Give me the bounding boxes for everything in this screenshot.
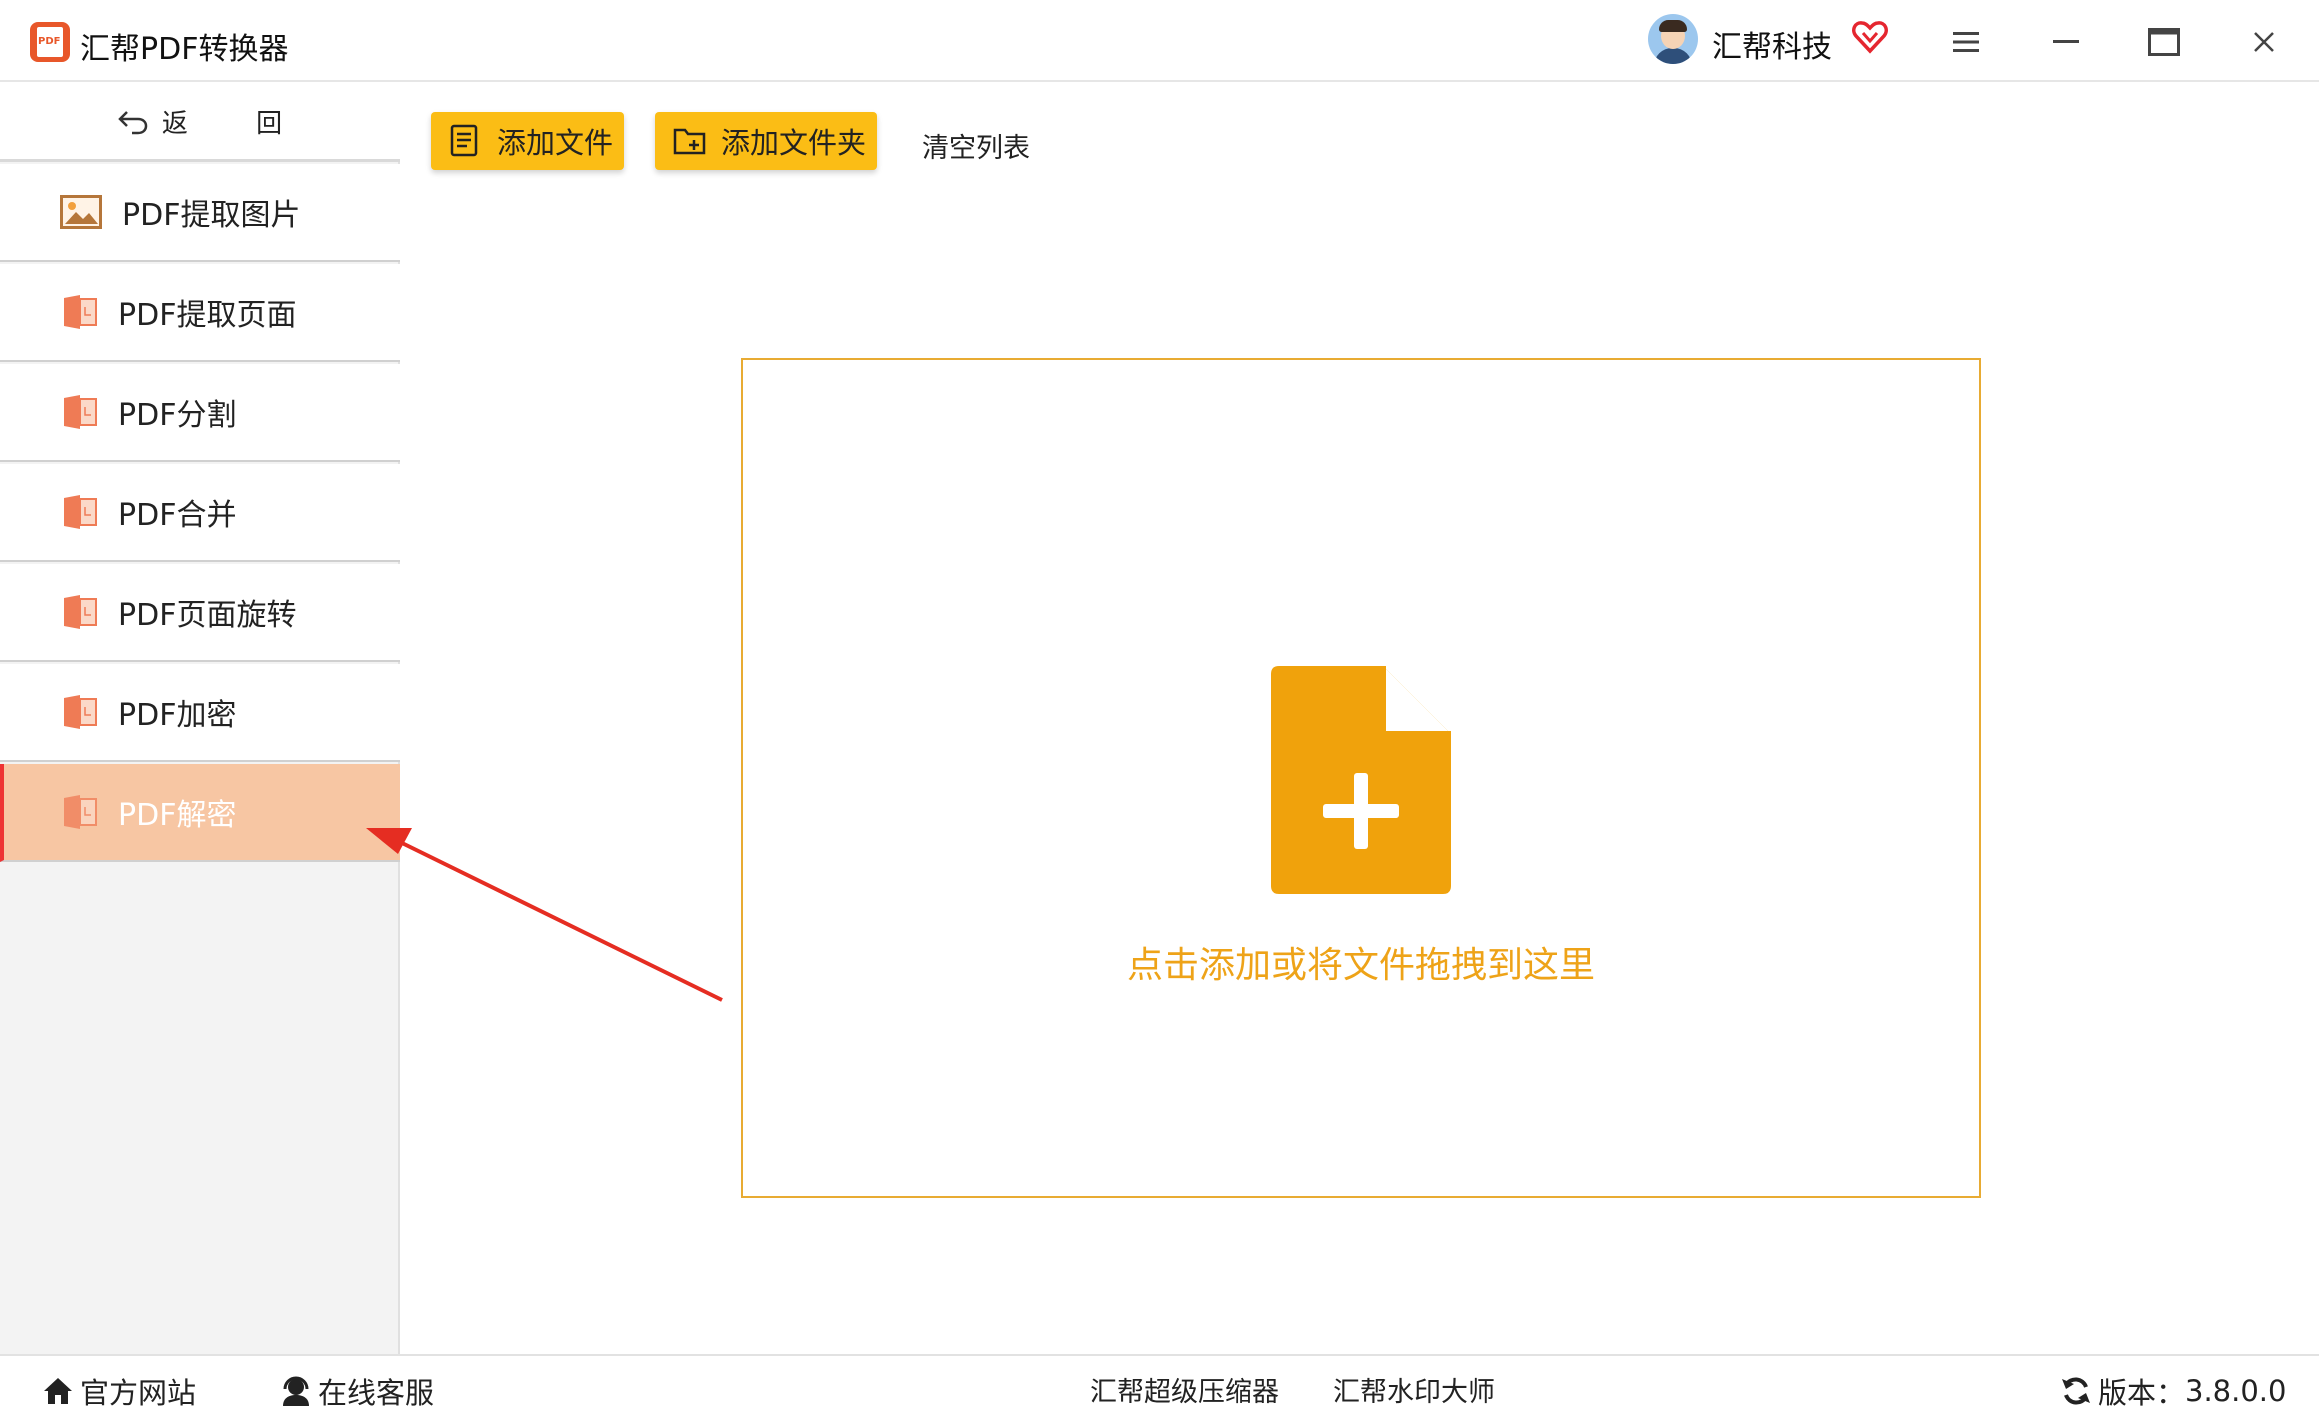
user-name[interactable]: 汇帮科技 — [1712, 22, 1832, 66]
pdf-file-icon — [64, 295, 97, 329]
version-value: 3.8.0.0 — [2185, 1374, 2287, 1408]
add-file-button[interactable]: 添加文件 — [431, 112, 624, 170]
back-arrow-icon — [118, 110, 148, 134]
sidebar-item-merge[interactable]: PDF合并 — [0, 464, 400, 562]
sidebar-item-label: PDF提取图片 — [122, 198, 301, 233]
watermark-link[interactable]: 汇帮水印大师 — [1333, 1370, 1495, 1409]
version-info[interactable]: 版本： 3.8.0.0 — [2060, 1370, 2286, 1412]
pdf-file-icon — [64, 695, 97, 729]
sidebar-item-label: PDF页面旋转 — [118, 598, 297, 633]
title-bar: PDF 汇帮PDF转换器 汇帮科技 — [0, 0, 2319, 82]
status-bar: 官方网站 在线客服 汇帮超级压缩器 汇帮水印大师 版本： 3.8.0.0 — [0, 1354, 2319, 1419]
version-label: 版本： — [2098, 1376, 2186, 1410]
sidebar-item-split[interactable]: PDF分割 — [0, 364, 400, 462]
clear-list-button[interactable]: 清空列表 — [922, 126, 1030, 165]
menu-icon[interactable] — [1944, 20, 1988, 64]
refresh-icon — [2062, 1377, 2090, 1405]
maximize-icon[interactable] — [2142, 20, 2186, 64]
app-logo-icon: PDF — [30, 22, 70, 62]
pdf-file-icon — [64, 495, 97, 529]
annotation-arrow-icon — [366, 828, 723, 1002]
official-site-label: 官方网站 — [80, 1376, 197, 1410]
sidebar: 返 回 PDF提取图片 PDF提取页面 PDF分割 PDF合并 PDF页面旋转 … — [0, 84, 400, 1354]
sidebar-item-extract-images[interactable]: PDF提取图片 — [0, 164, 400, 262]
sidebar-item-encrypt[interactable]: PDF加密 — [0, 664, 400, 762]
sidebar-item-extract-pages[interactable]: PDF提取页面 — [0, 264, 400, 362]
add-folder-button[interactable]: 添加文件夹 — [655, 112, 877, 170]
official-site-link[interactable]: 官方网站 — [42, 1370, 196, 1412]
back-label: 返 回 — [161, 109, 313, 139]
online-service-label: 在线客服 — [318, 1376, 435, 1410]
sidebar-item-label: PDF加密 — [118, 698, 237, 733]
dropzone-hint: 点击添加或将文件拖拽到这里 — [1126, 945, 1595, 986]
sidebar-item-label: PDF分割 — [118, 398, 237, 433]
home-icon — [44, 1378, 72, 1404]
sidebar-item-label: PDF解密 — [118, 798, 237, 833]
add-file-large-icon[interactable] — [1271, 666, 1451, 894]
user-avatar[interactable] — [1648, 14, 1698, 64]
add-folder-icon — [673, 128, 706, 155]
sidebar-item-label: PDF提取页面 — [118, 298, 297, 333]
online-service-link[interactable]: 在线客服 — [280, 1370, 434, 1412]
minimize-icon[interactable] — [2044, 20, 2088, 64]
sidebar-item-label: PDF合并 — [118, 498, 237, 533]
back-button[interactable]: 返 回 — [0, 84, 400, 162]
close-icon[interactable] — [2242, 20, 2286, 64]
image-icon — [60, 195, 102, 229]
pdf-file-icon — [64, 795, 97, 829]
app-title: 汇帮PDF转换器 — [80, 32, 289, 67]
compressor-link[interactable]: 汇帮超级压缩器 — [1090, 1370, 1279, 1409]
sidebar-item-rotate[interactable]: PDF页面旋转 — [0, 564, 400, 662]
add-file-icon — [450, 124, 478, 157]
vip-heart-icon[interactable] — [1852, 20, 1888, 54]
pdf-file-icon — [64, 395, 97, 429]
add-folder-label: 添加文件夹 — [721, 126, 867, 160]
sidebar-item-decrypt[interactable]: PDF解密 — [0, 764, 400, 862]
customer-service-icon — [283, 1376, 309, 1406]
add-file-label: 添加文件 — [497, 126, 614, 160]
pdf-file-icon — [64, 595, 97, 629]
